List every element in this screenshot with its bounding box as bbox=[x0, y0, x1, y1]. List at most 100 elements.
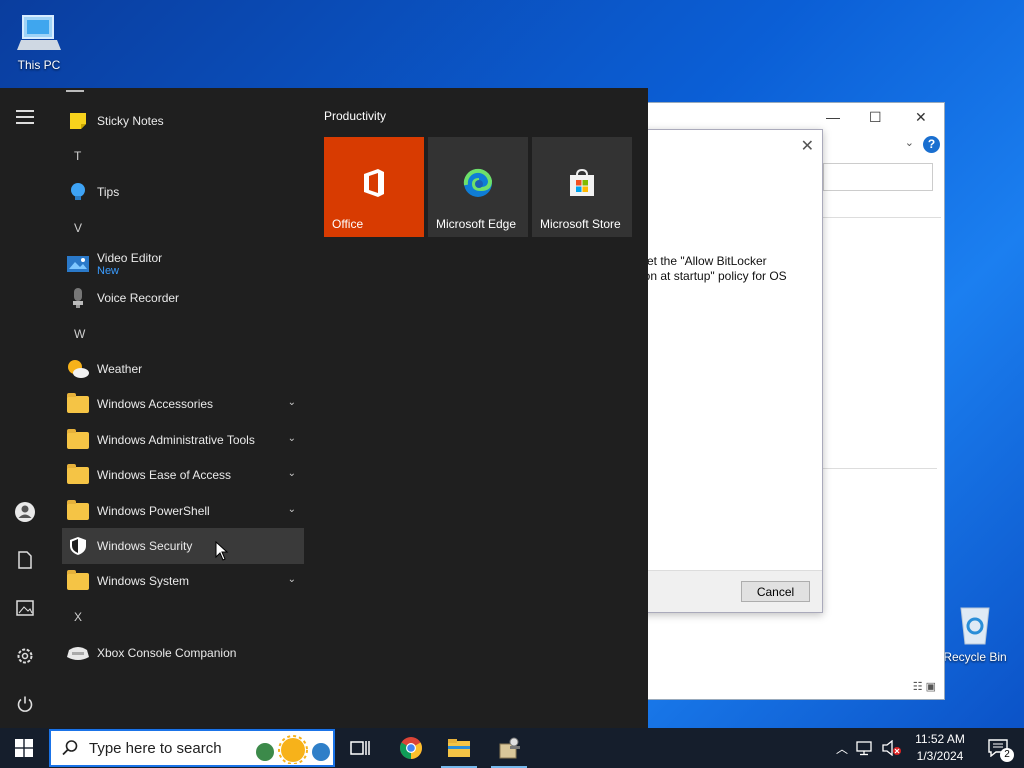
task-view-button[interactable] bbox=[336, 728, 384, 768]
settings-gear-icon[interactable] bbox=[13, 644, 37, 668]
divider bbox=[823, 217, 941, 218]
volume-muted-icon[interactable] bbox=[882, 740, 902, 756]
app-label: Tips bbox=[97, 185, 120, 199]
start-rail bbox=[0, 88, 50, 728]
app-item-voice-recorder[interactable]: Voice Recorder bbox=[62, 280, 304, 316]
app-folder-windows-administrative-tools[interactable]: Windows Administrative Tools ⌄ bbox=[62, 422, 304, 458]
app-label-wrap: Windows Security bbox=[97, 539, 192, 553]
help-icon[interactable]: ? bbox=[923, 136, 940, 153]
cancel-button[interactable]: Cancel bbox=[741, 581, 810, 602]
action-center-button[interactable]: 2 bbox=[978, 728, 1018, 768]
chevron-down-icon[interactable]: ⌄ bbox=[905, 136, 914, 149]
app-label-wrap: Voice Recorder bbox=[97, 291, 179, 305]
maximize-icon[interactable]: ☐ bbox=[869, 109, 882, 126]
chevron-down-icon[interactable]: ⌄ bbox=[288, 468, 296, 479]
hamburger-menu-icon[interactable] bbox=[16, 110, 34, 128]
app-label-wrap: Windows Ease of Access bbox=[97, 468, 231, 482]
chrome-taskbar-button[interactable] bbox=[387, 728, 435, 768]
store-icon bbox=[570, 168, 594, 196]
taskbar-clock[interactable]: 11:52 AM 1/3/2024 bbox=[905, 731, 975, 765]
folder-icon bbox=[66, 463, 90, 487]
search-placeholder: Type here to search bbox=[89, 739, 222, 757]
view-toggle-icon[interactable]: ☷ ▣ bbox=[913, 680, 936, 693]
clock-time: 11:52 AM bbox=[915, 732, 965, 746]
task-view-icon bbox=[350, 741, 370, 755]
app-label: Windows Administrative Tools bbox=[97, 433, 255, 447]
setup-taskbar-button[interactable] bbox=[485, 728, 533, 768]
show-hidden-icons-chevron-icon[interactable]: ︿ bbox=[836, 740, 848, 757]
computer-icon bbox=[17, 15, 61, 50]
clock-date: 1/3/2024 bbox=[916, 749, 964, 763]
chevron-down-icon[interactable]: ⌄ bbox=[288, 397, 296, 408]
app-label: Windows Accessories bbox=[97, 397, 214, 411]
mouse-cursor bbox=[215, 541, 229, 561]
office-icon bbox=[364, 169, 384, 197]
documents-icon[interactable] bbox=[13, 548, 37, 572]
section-letter-v[interactable]: V bbox=[74, 221, 82, 235]
app-label-wrap: Windows PowerShell bbox=[97, 504, 210, 518]
pictures-icon[interactable] bbox=[13, 596, 37, 620]
search-icon bbox=[62, 740, 78, 756]
app-folder-windows-system[interactable]: Windows System ⌄ bbox=[62, 563, 304, 599]
recycle-bin-icon bbox=[960, 607, 990, 645]
close-icon[interactable]: ✕ bbox=[801, 136, 814, 156]
voice-recorder-icon bbox=[66, 286, 90, 310]
edge-icon bbox=[463, 168, 493, 197]
network-icon[interactable] bbox=[856, 740, 874, 756]
scroll-hint bbox=[66, 88, 84, 92]
close-icon[interactable]: ✕ bbox=[915, 109, 927, 126]
chevron-down-icon[interactable]: ⌄ bbox=[288, 504, 296, 515]
app-label: Windows Security bbox=[97, 539, 193, 553]
app-item-xbox-console-companion[interactable]: Xbox Console Companion bbox=[62, 635, 304, 671]
tile-label: Microsoft Edge bbox=[436, 217, 517, 231]
app-list[interactable]: Sticky Notes T Tips V Video Editor New Voice R… bbox=[56, 88, 306, 728]
app-label-wrap: Windows Accessories bbox=[97, 397, 213, 411]
weather-icon bbox=[66, 357, 90, 381]
app-item-video-editor[interactable]: Video Editor New bbox=[62, 246, 304, 282]
setup-wizard-icon bbox=[499, 737, 520, 759]
app-folder-windows-ease-of-access[interactable]: Windows Ease of Access ⌄ bbox=[62, 457, 304, 493]
start-menu: Sticky Notes T Tips V Video Editor New Voice R… bbox=[0, 88, 648, 728]
tile-microsoft-edge[interactable]: Microsoft Edge bbox=[428, 137, 528, 237]
app-item-windows-security[interactable]: Windows Security bbox=[62, 528, 304, 564]
minimize-icon[interactable]: — bbox=[826, 109, 840, 125]
section-letter-x[interactable]: X bbox=[74, 610, 82, 624]
desktop-icon-recycle-bin[interactable]: Recycle Bin bbox=[936, 602, 1014, 664]
app-folder-windows-powershell[interactable]: Windows PowerShell ⌄ bbox=[62, 493, 304, 529]
folder-icon bbox=[66, 428, 90, 452]
section-letter-t[interactable]: T bbox=[74, 149, 81, 163]
bitlocker-dialog: ✕ set the "Allow BitLocker ion at startu… bbox=[640, 129, 823, 613]
tips-icon bbox=[66, 180, 90, 204]
chevron-down-icon[interactable]: ⌄ bbox=[288, 574, 296, 585]
file-explorer-taskbar-button[interactable] bbox=[435, 728, 483, 768]
app-label-wrap: Tips bbox=[97, 185, 119, 199]
app-folder-windows-accessories[interactable]: Windows Accessories ⌄ bbox=[62, 386, 304, 422]
folder-icon bbox=[66, 499, 90, 523]
dialog-message: set the "Allow BitLocker ion at startup"… bbox=[641, 254, 787, 283]
tile-microsoft-store[interactable]: Microsoft Store bbox=[532, 137, 632, 237]
chevron-down-icon[interactable]: ⌄ bbox=[288, 433, 296, 444]
app-item-sticky-notes[interactable]: Sticky Notes bbox=[62, 103, 304, 139]
power-icon[interactable] bbox=[13, 692, 37, 716]
app-label-wrap: Video Editor New bbox=[97, 251, 162, 277]
desktop-icon-this-pc[interactable]: This PC bbox=[0, 10, 78, 72]
app-item-tips[interactable]: Tips bbox=[62, 174, 304, 210]
desktop-icon-label: Recycle Bin bbox=[943, 650, 1007, 664]
app-label: Video Editor bbox=[97, 251, 163, 265]
new-badge: New bbox=[97, 265, 120, 277]
app-label: Sticky Notes bbox=[97, 114, 164, 128]
divider bbox=[823, 468, 937, 469]
file-explorer-icon bbox=[448, 739, 470, 757]
app-label: Weather bbox=[97, 362, 143, 376]
taskbar: Type here to search ︿ 11:52 AM 1/3/2024 … bbox=[0, 728, 1024, 768]
tile-office[interactable]: Office bbox=[324, 137, 424, 237]
user-account-icon[interactable] bbox=[13, 500, 37, 524]
notification-count-badge: 2 bbox=[1000, 748, 1014, 762]
taskbar-search-box[interactable]: Type here to search bbox=[49, 729, 335, 767]
address-bar[interactable] bbox=[823, 163, 933, 191]
section-letter-w[interactable]: W bbox=[74, 327, 85, 341]
app-item-weather[interactable]: Weather bbox=[62, 351, 304, 387]
tile-label: Microsoft Store bbox=[540, 217, 621, 231]
app-label-wrap: Windows Administrative Tools bbox=[97, 433, 255, 447]
start-button[interactable] bbox=[0, 728, 48, 768]
